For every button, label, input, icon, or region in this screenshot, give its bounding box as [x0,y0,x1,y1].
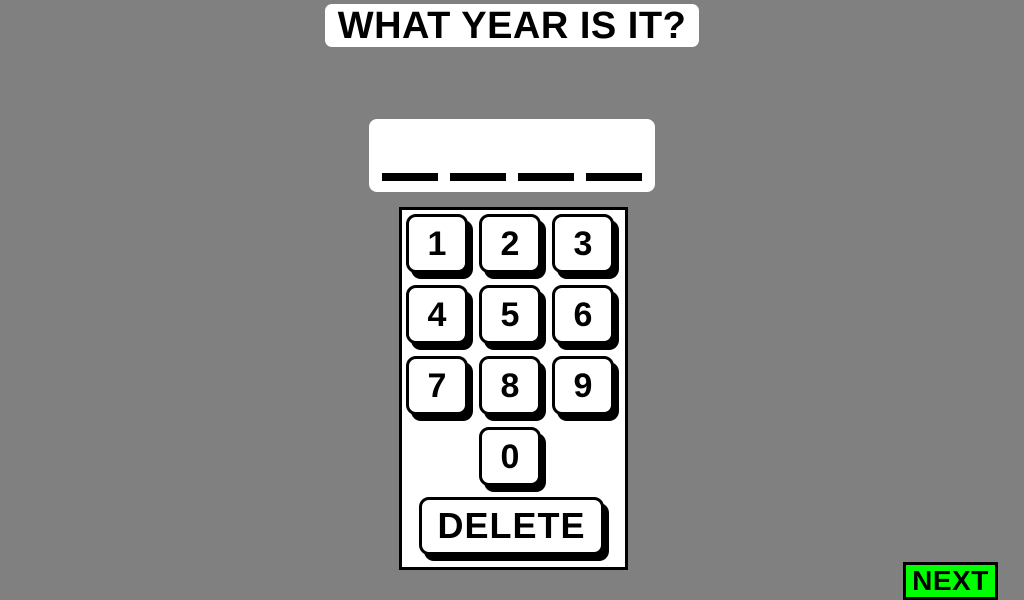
key-2-button[interactable]: 2 [479,214,541,273]
key-8-button[interactable]: 8 [479,356,541,415]
delete-label: DELETE [437,505,586,546]
digit-slot-3 [518,173,574,181]
digit-slot-2 [450,173,506,181]
key-6-label: 6 [573,295,593,334]
key-8-label: 8 [500,366,520,405]
key-7-button[interactable]: 7 [406,356,468,415]
next-label: NEXT [912,565,989,596]
key-4-label: 4 [427,295,447,334]
key-1-button[interactable]: 1 [406,214,468,273]
question-banner: WHAT YEAR IS IT? [325,4,699,47]
delete-button[interactable]: DELETE [419,497,604,555]
key-9-button[interactable]: 9 [552,356,614,415]
key-0-button[interactable]: 0 [479,427,541,486]
key-0-label: 0 [500,437,520,476]
key-1-label: 1 [427,224,447,263]
key-3-label: 3 [573,224,593,263]
key-2-label: 2 [500,224,520,263]
key-6-button[interactable]: 6 [552,285,614,344]
year-answer-display [369,119,655,192]
key-3-button[interactable]: 3 [552,214,614,273]
key-5-label: 5 [500,295,520,334]
number-keypad: 1 2 3 4 5 6 7 8 9 0 DELETE [399,207,628,570]
digit-slot-1 [382,173,438,181]
key-9-label: 9 [573,366,593,405]
key-7-label: 7 [427,366,447,405]
question-text: WHAT YEAR IS IT? [337,4,687,47]
next-button[interactable]: NEXT [903,562,998,600]
key-4-button[interactable]: 4 [406,285,468,344]
digit-slot-4 [586,173,642,181]
key-5-button[interactable]: 5 [479,285,541,344]
